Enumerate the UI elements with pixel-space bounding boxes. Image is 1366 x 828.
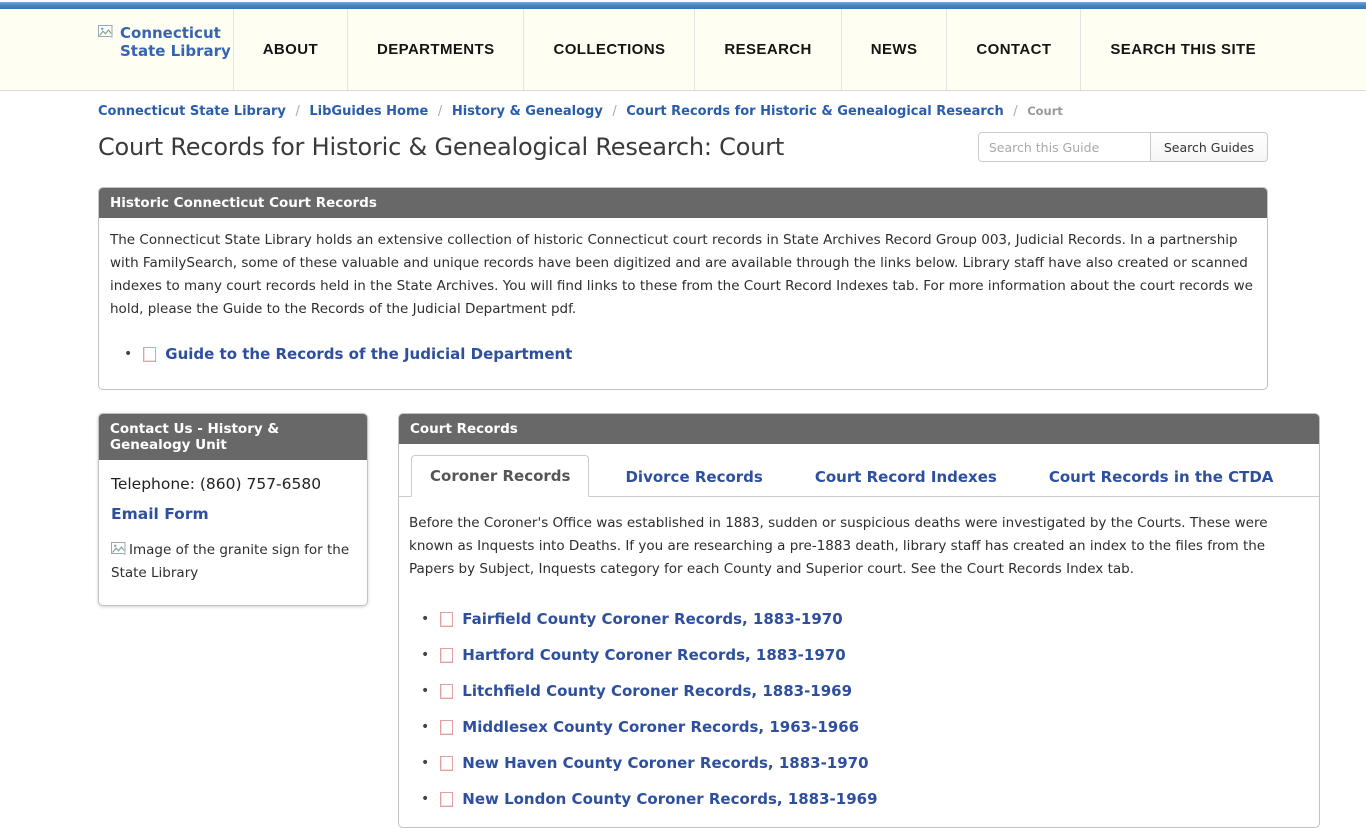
- nav-item-research[interactable]: RESEARCH: [694, 9, 840, 90]
- court-records-box-title: Court Records: [399, 414, 1319, 444]
- nav-item-news[interactable]: NEWS: [841, 9, 947, 90]
- doc-placeholder-icon: [440, 720, 453, 735]
- site-logo[interactable]: Connecticut State Library: [98, 9, 233, 90]
- list-item: Hartford County Coroner Records, 1883-19…: [421, 637, 1309, 673]
- coroner-records-intro: Before the Coroner's Office was establis…: [409, 512, 1309, 581]
- list-item: New Haven County Coroner Records, 1883-1…: [421, 745, 1309, 781]
- telephone-number: Telephone: (860) 757-6580: [111, 475, 355, 493]
- guide-search-form: Search Guides: [978, 132, 1268, 162]
- tab-court-records-in-the-ctda[interactable]: Court Records in the CTDA: [1031, 457, 1292, 497]
- pdf-placeholder-icon: [143, 347, 156, 362]
- doc-placeholder-icon: [440, 648, 453, 663]
- broken-image-icon: [111, 541, 127, 560]
- new-haven-coroner-records-link[interactable]: New Haven County Coroner Records, 1883-1…: [462, 754, 868, 772]
- site-logo-label: Connecticut State Library: [120, 24, 233, 60]
- nav-item-contact[interactable]: CONTACT: [946, 9, 1080, 90]
- court-records-tabs: Coroner Records Divorce Records Court Re…: [399, 444, 1319, 497]
- email-form-link[interactable]: Email Form: [111, 505, 209, 523]
- breadcrumb-separator: /: [290, 104, 304, 119]
- list-item: Guide to the Records of the Judicial Dep…: [110, 337, 1256, 371]
- breadcrumb-link-court-records-guide[interactable]: Court Records for Historic & Genealogica…: [626, 104, 1004, 119]
- historic-box-title: Historic Connecticut Court Records: [99, 188, 1267, 218]
- doc-placeholder-icon: [440, 612, 453, 627]
- tab-coroner-records[interactable]: Coroner Records: [411, 455, 589, 497]
- fairfield-coroner-records-link[interactable]: Fairfield County Coroner Records, 1883-1…: [462, 610, 842, 628]
- breadcrumb-link-library[interactable]: Connecticut State Library: [98, 104, 286, 119]
- tab-divorce-records[interactable]: Divorce Records: [607, 457, 780, 497]
- breadcrumb-current: Court: [1027, 104, 1063, 118]
- nav-item-search-this-site[interactable]: SEARCH THIS SITE: [1080, 9, 1270, 90]
- nav-item-about[interactable]: ABOUT: [233, 9, 347, 90]
- litchfield-coroner-records-link[interactable]: Litchfield County Coroner Records, 1883-…: [462, 682, 852, 700]
- list-item: Middlesex County Coroner Records, 1963-1…: [421, 709, 1309, 745]
- judicial-department-guide-link[interactable]: Guide to the Records of the Judicial Dep…: [165, 345, 572, 363]
- breadcrumb-separator: /: [1008, 104, 1022, 119]
- nav-item-collections[interactable]: COLLECTIONS: [523, 9, 694, 90]
- broken-image-icon: [98, 24, 114, 43]
- new-london-coroner-records-link[interactable]: New London County Coroner Records, 1883-…: [462, 790, 877, 808]
- historic-box-paragraph: The Connecticut State Library holds an e…: [110, 229, 1256, 321]
- coroner-records-panel: Before the Coroner's Office was establis…: [399, 497, 1319, 827]
- list-item: Fairfield County Coroner Records, 1883-1…: [421, 601, 1309, 637]
- main-navigation: ABOUT DEPARTMENTS COLLECTIONS RESEARCH N…: [233, 9, 1270, 90]
- breadcrumb: Connecticut State Library / LibGuides Ho…: [98, 104, 1268, 119]
- breadcrumb-link-history-genealogy[interactable]: History & Genealogy: [452, 104, 603, 119]
- breadcrumb-separator: /: [607, 104, 621, 119]
- contact-box-title: Contact Us - History & Genealogy Unit: [99, 414, 367, 460]
- doc-placeholder-icon: [440, 684, 453, 699]
- page-title: Court Records for Historic & Genealogica…: [98, 133, 784, 161]
- court-records-box: Court Records Coroner Records Divorce Re…: [398, 413, 1320, 828]
- breadcrumb-separator: /: [433, 104, 447, 119]
- list-item: Litchfield County Coroner Records, 1883-…: [421, 673, 1309, 709]
- granite-sign-image-alt: Image of the granite sign for the State …: [111, 542, 349, 581]
- site-header: Connecticut State Library ABOUT DEPARTME…: [0, 9, 1366, 91]
- doc-placeholder-icon: [440, 756, 453, 771]
- page-content: Connecticut State Library / LibGuides Ho…: [98, 104, 1268, 828]
- list-item: New London County Coroner Records, 1883-…: [421, 781, 1309, 817]
- contact-us-box: Contact Us - History & Genealogy Unit Te…: [98, 413, 368, 606]
- historic-court-records-box: Historic Connecticut Court Records The C…: [98, 187, 1268, 390]
- middlesex-coroner-records-link[interactable]: Middlesex County Coroner Records, 1963-1…: [462, 718, 859, 736]
- top-accent-bar: [0, 2, 1366, 9]
- tab-court-record-indexes[interactable]: Court Record Indexes: [797, 457, 1015, 497]
- search-guides-button[interactable]: Search Guides: [1150, 132, 1268, 162]
- doc-placeholder-icon: [440, 792, 453, 807]
- nav-item-departments[interactable]: DEPARTMENTS: [347, 9, 523, 90]
- breadcrumb-link-libguides-home[interactable]: LibGuides Home: [309, 104, 428, 119]
- search-guide-input[interactable]: [978, 132, 1151, 162]
- hartford-coroner-records-link[interactable]: Hartford County Coroner Records, 1883-19…: [462, 646, 845, 664]
